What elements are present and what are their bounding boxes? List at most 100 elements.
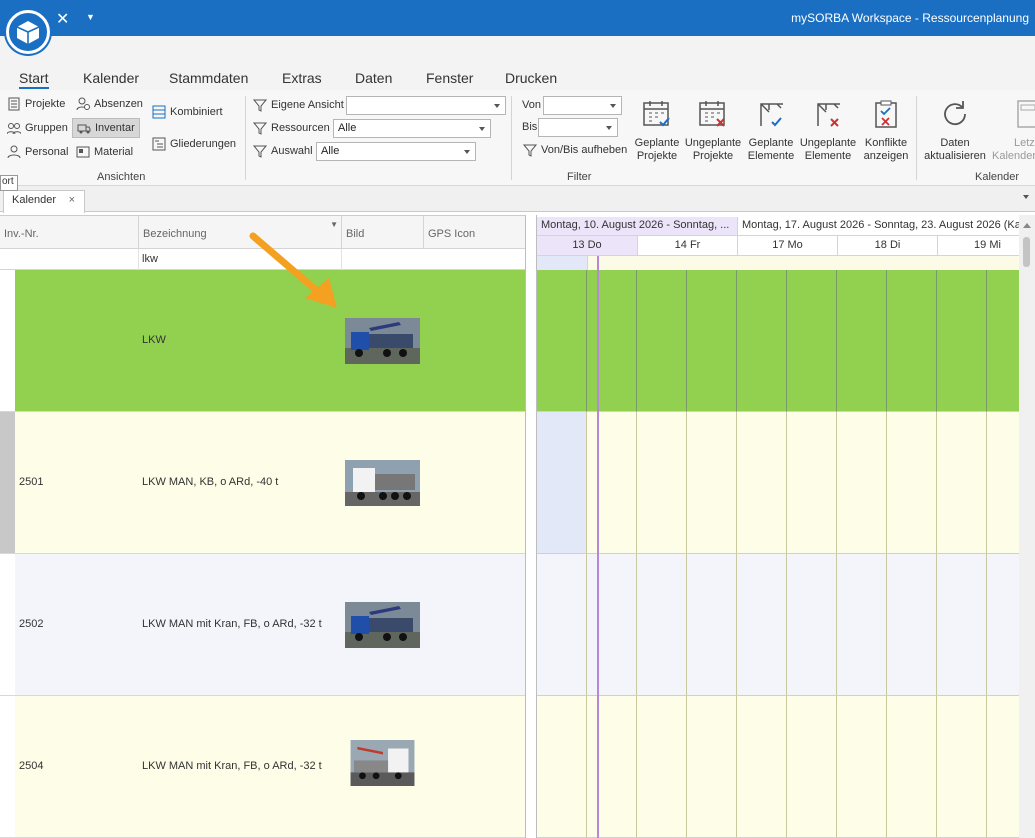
projekte-button[interactable]: Projekte	[7, 97, 65, 111]
calendar-cell[interactable]	[537, 412, 587, 554]
scroll-thumb[interactable]	[1023, 237, 1030, 267]
close-tab-icon[interactable]: ×	[69, 194, 75, 206]
calendar-cell[interactable]	[637, 696, 687, 838]
day-header[interactable]: 14 Fr	[638, 236, 738, 256]
ungeplante-projekte-button[interactable]: Ungeplante Projekte	[684, 98, 742, 163]
calendar-cell[interactable]	[837, 554, 887, 696]
day-header[interactable]: 17 Mo	[738, 236, 838, 256]
calendar-cell[interactable]	[737, 554, 787, 696]
tab-list-dropdown-icon[interactable]	[1023, 195, 1029, 199]
calendar-cell[interactable]	[887, 412, 937, 554]
calendar-cell[interactable]	[587, 696, 637, 838]
geplante-projekte-line1: Geplante	[634, 137, 680, 149]
ungeplante-elemente-line2: Elemente	[804, 150, 852, 162]
day-header[interactable]: 18 Di	[838, 236, 938, 256]
inv-nr-cell: 2502	[19, 618, 44, 630]
filter-cell[interactable]	[0, 249, 139, 270]
calendar-cell[interactable]	[537, 696, 587, 838]
filter-clear-icon	[523, 144, 537, 157]
calendar-cell[interactable]	[937, 554, 987, 696]
calendar-cell[interactable]	[887, 696, 937, 838]
absenzen-button[interactable]: Absenzen	[76, 97, 143, 111]
eigene-ansicht-combo[interactable]	[346, 96, 506, 115]
calendar-cell[interactable]	[587, 554, 637, 696]
tab-stammdaten[interactable]: Stammdaten	[169, 70, 248, 86]
tab-extras[interactable]: Extras	[282, 70, 322, 86]
calendar-cell[interactable]	[887, 270, 937, 412]
app-logo-icon[interactable]	[6, 10, 50, 54]
letzte-kalender-button[interactable]: Letz Kalender	[990, 98, 1035, 163]
inventar-button[interactable]: Inventar	[72, 118, 140, 138]
filter-group-label: Filter	[567, 171, 592, 183]
ressourcen-combo[interactable]: Alle	[333, 119, 491, 138]
calendar-cell[interactable]	[837, 696, 887, 838]
kombiniert-button[interactable]: Kombiniert	[152, 105, 223, 119]
calendar-cell[interactable]	[737, 270, 787, 412]
calendar-cell[interactable]	[587, 412, 637, 554]
column-gps-icon[interactable]: GPS Icon	[424, 216, 525, 250]
konflikte-anzeigen-button[interactable]: Konflikte anzeigen	[857, 98, 915, 163]
tab-daten[interactable]: Daten	[355, 70, 392, 86]
tab-fenster[interactable]: Fenster	[426, 70, 473, 86]
tab-kalender[interactable]: Kalender	[83, 70, 139, 86]
auswahl-combo[interactable]: Alle	[316, 142, 476, 161]
calendar-cell[interactable]	[787, 412, 837, 554]
column-inv-nr[interactable]: Inv.-Nr.	[0, 216, 139, 250]
calendar-cell[interactable]	[937, 270, 987, 412]
inv-nr-cell: 2504	[19, 760, 44, 772]
material-icon	[76, 146, 90, 158]
calendar-cell[interactable]	[837, 412, 887, 554]
gliederungen-button[interactable]: Gliederungen	[152, 137, 236, 151]
personal-button[interactable]: Personal	[7, 145, 68, 159]
calendar-cell[interactable]	[687, 270, 737, 412]
calendar-cell[interactable]	[637, 270, 687, 412]
week-header[interactable]: Montag, 10. August 2026 - Sonntag, ...	[537, 217, 738, 236]
table-row[interactable]: 2502 LKW MAN mit Kran, FB, o ARd, -32 t	[0, 554, 525, 696]
column-bild[interactable]: Bild	[342, 216, 424, 250]
calendar-cell[interactable]	[837, 270, 887, 412]
calendar-cell[interactable]	[637, 554, 687, 696]
table-row[interactable]: 2501 LKW MAN, KB, o ARd, -40 t	[0, 412, 525, 554]
calendar-cell[interactable]	[687, 554, 737, 696]
calendar-cell[interactable]	[687, 412, 737, 554]
ungeplante-elemente-button[interactable]: Ungeplante Elemente	[799, 98, 857, 163]
vertical-scrollbar[interactable]	[1019, 215, 1035, 838]
bezeichnung-filter-value[interactable]: lkw	[142, 253, 158, 265]
day-header[interactable]: 13 Do	[537, 236, 638, 256]
tab-kalender-document[interactable]: Kalender ×	[3, 190, 85, 213]
separator	[245, 96, 246, 180]
tab-drucken[interactable]: Drucken	[505, 70, 557, 86]
quick-access-dropdown-icon[interactable]: ▼	[86, 12, 95, 22]
von-bis-aufheben-button[interactable]: Von/Bis aufheben	[523, 143, 627, 157]
separator	[916, 96, 917, 180]
calendar-cell[interactable]	[587, 270, 637, 412]
calendar-cell[interactable]	[937, 696, 987, 838]
calendar-cell[interactable]	[787, 270, 837, 412]
geplante-projekte-button[interactable]: Geplante Projekte	[628, 98, 686, 163]
week-header[interactable]: Montag, 17. August 2026 - Sonntag, 23. A…	[738, 217, 1035, 236]
calendar-cell[interactable]	[887, 554, 937, 696]
close-icon[interactable]: ✕	[56, 9, 69, 29]
material-button[interactable]: Material	[76, 145, 133, 159]
table-row[interactable]: 2504 LKW MAN mit Kran, FB, o ARd, -32 t	[0, 696, 525, 838]
geplante-elemente-button[interactable]: Geplante Elemente	[742, 98, 800, 163]
calendar-cell[interactable]	[787, 696, 837, 838]
ungeplante-elemente-line1: Ungeplante	[799, 137, 857, 149]
truck-white-tipper-image	[345, 460, 420, 506]
bis-date-picker[interactable]	[538, 118, 618, 137]
scroll-up-icon[interactable]	[1023, 223, 1031, 228]
calendar-cell[interactable]	[787, 554, 837, 696]
tab-start[interactable]: Start	[19, 70, 49, 89]
daten-aktualisieren-button[interactable]: Daten aktualisieren	[924, 98, 986, 163]
von-date-picker[interactable]	[543, 96, 622, 115]
gruppen-button[interactable]: Gruppen	[7, 121, 68, 135]
calendar-cell[interactable]	[537, 554, 587, 696]
calendar-cell[interactable]	[737, 696, 787, 838]
calendar-cell[interactable]	[537, 270, 587, 412]
calendar-cell[interactable]	[687, 696, 737, 838]
calendar-cell[interactable]	[737, 412, 787, 554]
calendar-cell[interactable]	[637, 412, 687, 554]
calendar-cell[interactable]	[937, 412, 987, 554]
filter-icon	[253, 122, 267, 135]
truck-white-crane-image	[350, 740, 415, 786]
